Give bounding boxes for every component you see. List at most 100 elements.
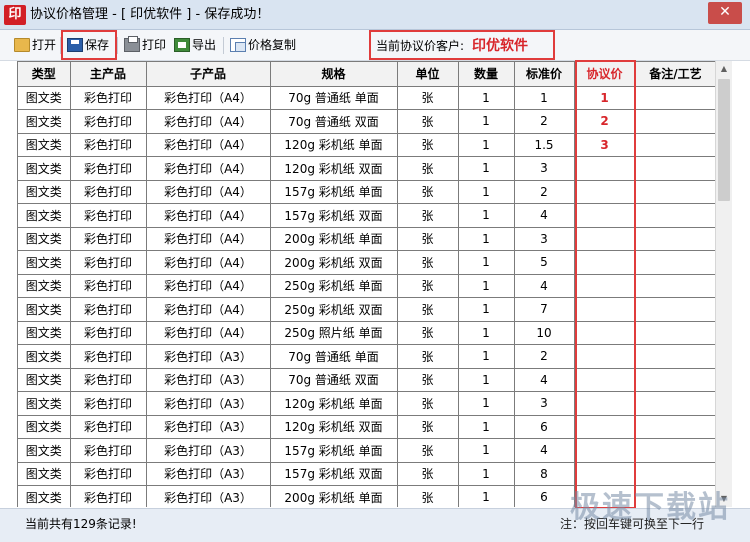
type-cell[interactable]: 图文类 [18, 368, 71, 392]
unit-cell[interactable]: 张 [397, 368, 459, 392]
spec-cell[interactable]: 250g 彩机纸 双面 [270, 297, 398, 322]
standard-price-cell[interactable]: 3 [514, 391, 575, 416]
sub-product-cell[interactable]: 彩色打印（A4） [146, 274, 271, 298]
remarks-cell[interactable] [635, 180, 715, 204]
spec-cell[interactable]: 250g 彩机纸 单面 [270, 274, 398, 298]
standard-price-cell[interactable]: 4 [514, 368, 575, 392]
unit-cell[interactable]: 张 [397, 415, 459, 439]
standard-price-cell[interactable]: 2 [514, 180, 575, 204]
sub-product-cell[interactable]: 彩色打印（A4） [146, 86, 271, 110]
type-cell[interactable]: 图文类 [18, 274, 71, 298]
quantity-cell[interactable]: 1 [458, 274, 515, 298]
table-row[interactable]: 图文类 彩色打印 彩色打印（A4） 200g 彩机纸 单面张 1 3 [18, 227, 715, 251]
type-cell[interactable]: 图文类 [18, 391, 71, 416]
quantity-cell[interactable]: 1 [458, 203, 515, 228]
spec-cell[interactable]: 250g 照片纸 单面 [270, 321, 398, 345]
sub-product-cell[interactable]: 彩色打印（A4） [146, 156, 271, 181]
unit-cell[interactable]: 张 [397, 297, 459, 322]
main-product-cell[interactable]: 彩色打印 [70, 321, 147, 345]
unit-cell[interactable]: 张 [397, 344, 459, 369]
type-cell[interactable]: 图文类 [18, 415, 71, 439]
spec-cell[interactable]: 70g 普通纸 双面 [270, 368, 398, 392]
remarks-cell[interactable] [635, 156, 715, 181]
main-product-cell[interactable]: 彩色打印 [70, 274, 147, 298]
quantity-cell[interactable]: 1 [458, 462, 515, 486]
main-product-cell[interactable]: 彩色打印 [70, 485, 147, 507]
agreed-price-cell[interactable] [574, 274, 636, 298]
type-cell[interactable]: 图文类 [18, 227, 71, 251]
main-product-cell[interactable]: 彩色打印 [70, 156, 147, 181]
column-header-sub-product[interactable]: 子产品 [146, 62, 271, 87]
sub-product-cell[interactable]: 彩色打印（A4） [146, 133, 271, 157]
standard-price-cell[interactable]: 10 [514, 321, 575, 345]
type-cell[interactable]: 图文类 [18, 297, 71, 322]
remarks-cell[interactable] [635, 133, 715, 157]
standard-price-cell[interactable]: 4 [514, 203, 575, 228]
table-row[interactable]: 图文类 彩色打印 彩色打印（A3） 120g 彩机纸 单面张 1 3 [18, 391, 715, 416]
agreed-price-cell[interactable] [574, 391, 636, 416]
standard-price-cell[interactable]: 8 [514, 462, 575, 486]
agreed-price-cell[interactable] [574, 321, 636, 345]
table-row[interactable]: 图文类 彩色打印 彩色打印（A3） 70g 普通纸 双面张 1 4 [18, 368, 715, 392]
unit-cell[interactable]: 张 [397, 227, 459, 251]
main-product-cell[interactable]: 彩色打印 [70, 86, 147, 110]
price-copy-button[interactable]: 价格复制 [230, 35, 296, 55]
sub-product-cell[interactable]: 彩色打印（A4） [146, 109, 271, 134]
table-row[interactable]: 图文类 彩色打印 彩色打印（A4） 120g 彩机纸 单面张 1 1.5 3 [18, 133, 715, 157]
unit-cell[interactable]: 张 [397, 180, 459, 204]
column-header-spec[interactable]: 规格 [270, 62, 398, 87]
spec-cell[interactable]: 200g 彩机纸 双面 [270, 250, 398, 275]
sub-product-cell[interactable]: 彩色打印（A3） [146, 485, 271, 507]
quantity-cell[interactable]: 1 [458, 133, 515, 157]
standard-price-cell[interactable]: 4 [514, 274, 575, 298]
type-cell[interactable]: 图文类 [18, 321, 71, 345]
quantity-cell[interactable]: 1 [458, 391, 515, 416]
spec-cell[interactable]: 157g 彩机纸 双面 [270, 462, 398, 486]
table-row[interactable]: 图文类 彩色打印 彩色打印（A3） 120g 彩机纸 双面张 1 6 [18, 415, 715, 439]
quantity-cell[interactable]: 1 [458, 485, 515, 507]
remarks-cell[interactable] [635, 86, 715, 110]
spec-cell[interactable]: 120g 彩机纸 双面 [270, 156, 398, 181]
unit-cell[interactable]: 张 [397, 485, 459, 507]
spec-cell[interactable]: 200g 彩机纸 单面 [270, 227, 398, 251]
main-product-cell[interactable]: 彩色打印 [70, 415, 147, 439]
sub-product-cell[interactable]: 彩色打印（A4） [146, 297, 271, 322]
sub-product-cell[interactable]: 彩色打印（A3） [146, 391, 271, 416]
type-cell[interactable]: 图文类 [18, 485, 71, 507]
table-row[interactable]: 图文类 彩色打印 彩色打印（A3） 157g 彩机纸 单面张 1 4 [18, 438, 715, 463]
table-row[interactable]: 图文类 彩色打印 彩色打印（A4） 200g 彩机纸 双面张 1 5 [18, 250, 715, 275]
sub-product-cell[interactable]: 彩色打印（A3） [146, 438, 271, 463]
agreed-price-cell[interactable]: 2 [574, 109, 636, 134]
standard-price-cell[interactable]: 4 [514, 438, 575, 463]
scroll-up-arrow-icon[interactable]: ▲ [716, 61, 732, 77]
unit-cell[interactable]: 张 [397, 86, 459, 110]
spec-cell[interactable]: 70g 普通纸 单面 [270, 344, 398, 369]
agreed-price-cell[interactable] [574, 438, 636, 463]
main-product-cell[interactable]: 彩色打印 [70, 227, 147, 251]
spec-cell[interactable]: 70g 普通纸 单面 [270, 86, 398, 110]
type-cell[interactable]: 图文类 [18, 250, 71, 275]
main-product-cell[interactable]: 彩色打印 [70, 462, 147, 486]
spec-cell[interactable]: 120g 彩机纸 单面 [270, 391, 398, 416]
print-button[interactable]: 打印 [124, 35, 166, 55]
agreed-price-cell[interactable] [574, 227, 636, 251]
agreed-price-cell[interactable] [574, 368, 636, 392]
quantity-cell[interactable]: 1 [458, 250, 515, 275]
quantity-cell[interactable]: 1 [458, 368, 515, 392]
standard-price-cell[interactable]: 3 [514, 156, 575, 181]
remarks-cell[interactable] [635, 250, 715, 275]
remarks-cell[interactable] [635, 415, 715, 439]
close-button[interactable]: ✕ [708, 2, 742, 24]
main-product-cell[interactable]: 彩色打印 [70, 133, 147, 157]
unit-cell[interactable]: 张 [397, 203, 459, 228]
table-row[interactable]: 图文类 彩色打印 彩色打印（A4） 70g 普通纸 单面张 1 1 1 [18, 86, 715, 110]
sub-product-cell[interactable]: 彩色打印（A3） [146, 462, 271, 486]
spec-cell[interactable]: 157g 彩机纸 双面 [270, 203, 398, 228]
type-cell[interactable]: 图文类 [18, 344, 71, 369]
main-product-cell[interactable]: 彩色打印 [70, 109, 147, 134]
spec-cell[interactable]: 70g 普通纸 双面 [270, 109, 398, 134]
type-cell[interactable]: 图文类 [18, 109, 71, 134]
remarks-cell[interactable] [635, 344, 715, 369]
table-row[interactable]: 图文类 彩色打印 彩色打印（A4） 120g 彩机纸 双面张 1 3 [18, 156, 715, 181]
column-header-standard-price[interactable]: 标准价 [514, 62, 575, 87]
